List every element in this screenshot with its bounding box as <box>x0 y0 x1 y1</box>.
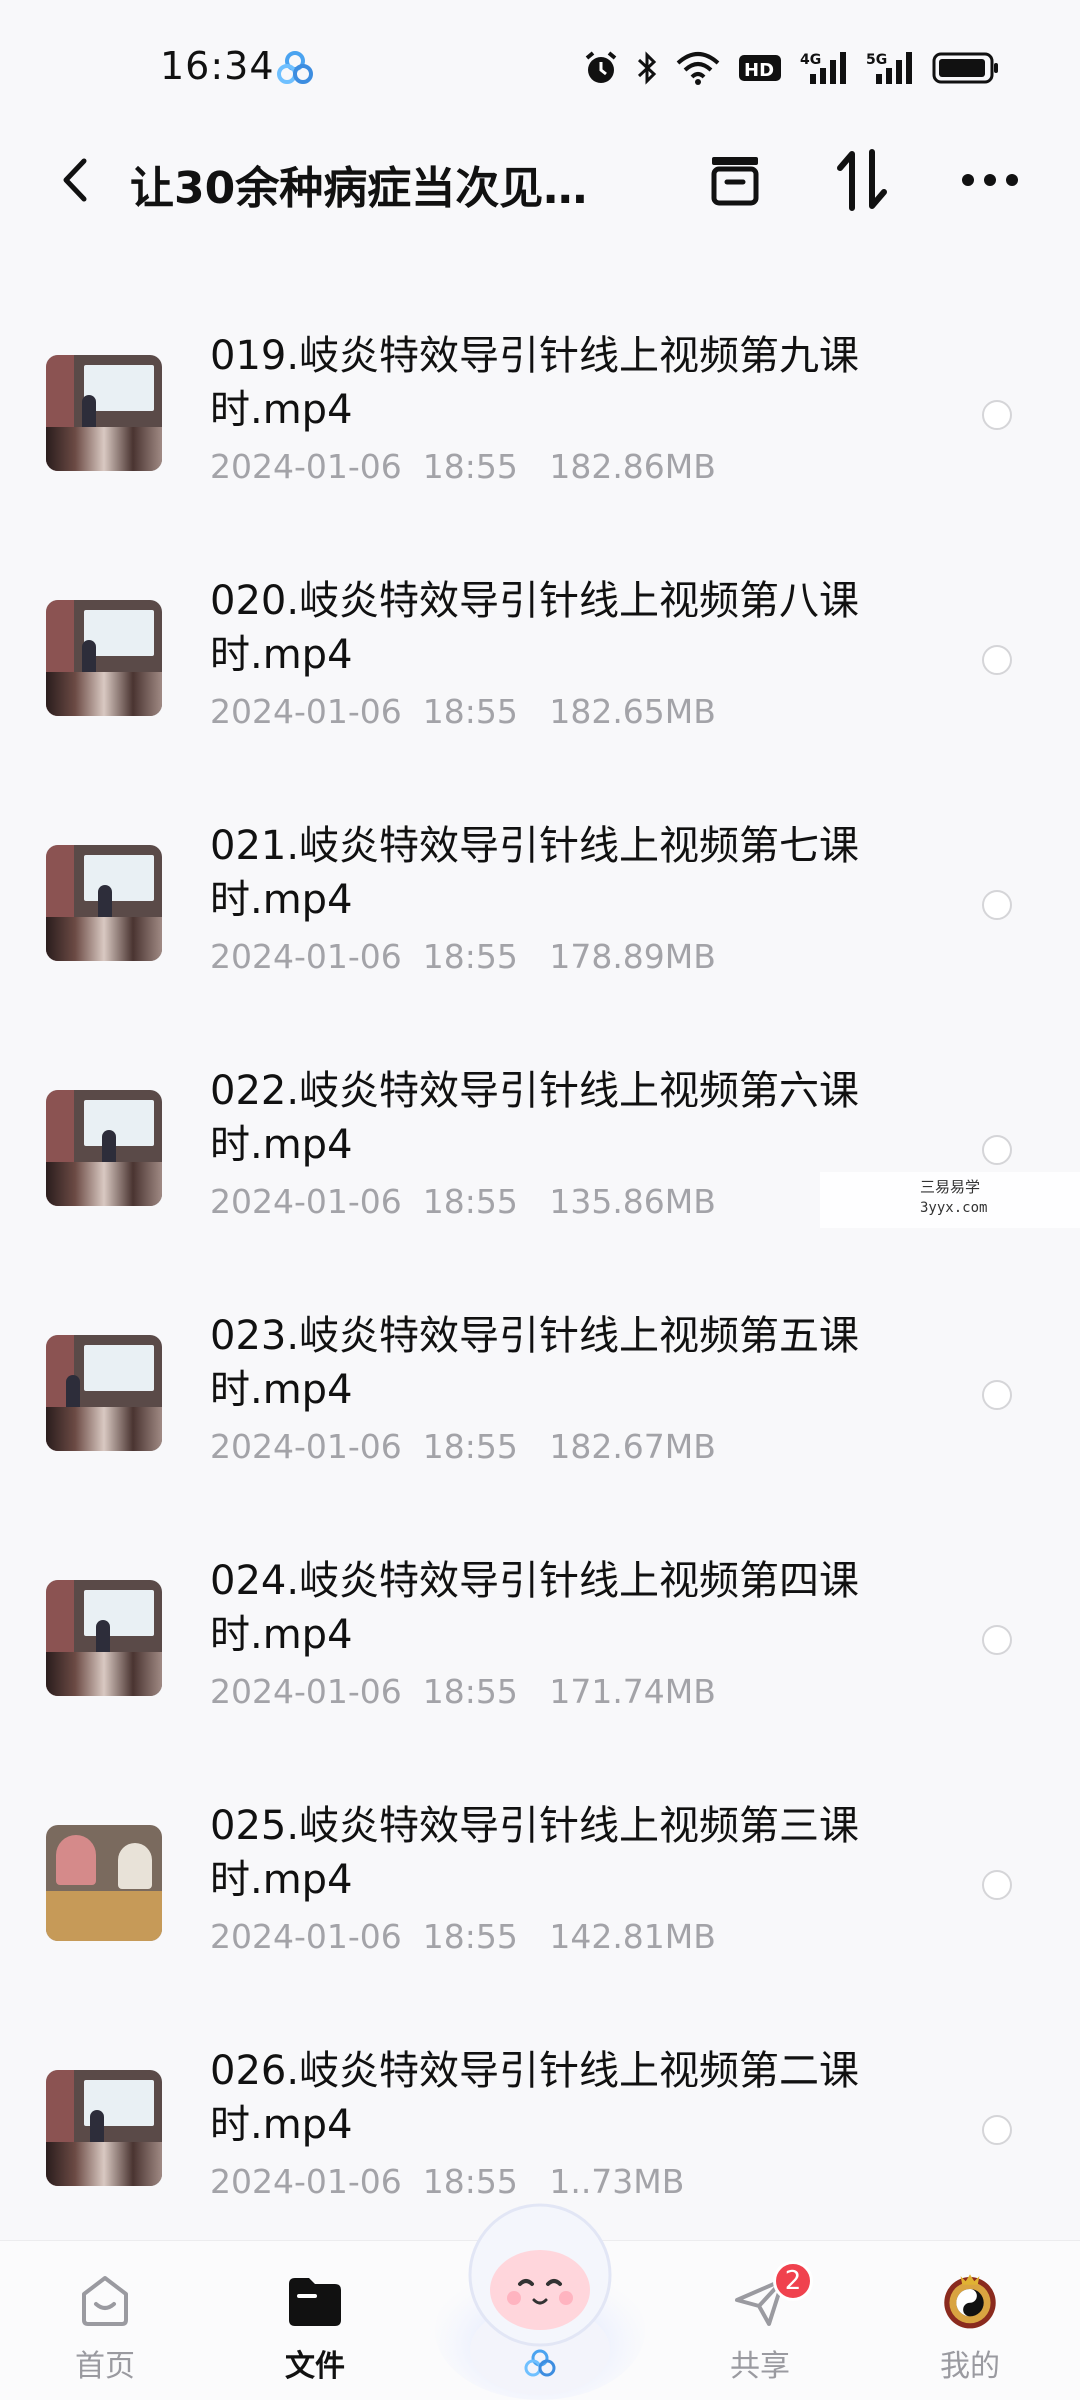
file-item[interactable]: 020.岐炎特效导引针线上视频第八课时.mp4 2024-01-06 18:55… <box>0 530 1080 775</box>
file-meta: 2024-01-06 18:55 178.89MB <box>210 937 716 976</box>
status-bar: 16:34 HD 4G 5G <box>0 0 1080 130</box>
archive-button[interactable] <box>703 148 767 212</box>
file-item[interactable]: 019.岐炎特效导引针线上视频第九课时.mp4 2024-01-06 18:55… <box>0 285 1080 530</box>
nav-share-label: 共享 <box>730 2349 790 2384</box>
file-name: 022.岐炎特效导引针线上视频第六课时.mp4 <box>210 1068 860 1168</box>
file-meta: 2024-01-06 18:55 171.74MB <box>210 1672 716 1711</box>
wifi-icon <box>676 52 720 85</box>
video-thumbnail <box>46 1335 162 1451</box>
more-icon <box>962 174 1018 186</box>
video-thumbnail <box>46 1580 162 1696</box>
video-thumbnail <box>46 1825 162 1941</box>
status-time: 16:34 <box>160 44 275 88</box>
sort-button[interactable] <box>830 148 894 212</box>
select-radio[interactable] <box>982 645 1012 675</box>
select-radio[interactable] <box>982 890 1012 920</box>
alarm-icon <box>585 51 617 83</box>
nav-home[interactable]: 首页 <box>35 2261 175 2391</box>
assistant-mascot-icon[interactable] <box>430 2180 650 2400</box>
file-name: 020.岐炎特效导引针线上视频第八课时.mp4 <box>210 578 860 678</box>
file-meta: 2024-01-06 18:55 135.86MB <box>210 1182 716 1221</box>
select-radio[interactable] <box>982 400 1012 430</box>
file-name: 026.岐炎特效导引针线上视频第二课时.mp4 <box>210 2048 860 2148</box>
nav-files-label: 文件 <box>285 2349 345 2384</box>
signal-5g-icon: 5G <box>866 52 912 84</box>
file-meta: 2024-01-06 18:55 142.81MB <box>210 1917 716 1956</box>
nav-share[interactable]: 2 共享 <box>690 2261 830 2391</box>
file-item[interactable]: 021.岐炎特效导引针线上视频第七课时.mp4 2024-01-06 18:55… <box>0 775 1080 1020</box>
app-icon <box>277 51 313 84</box>
video-thumbnail <box>46 355 162 471</box>
watermark-line1: 三易易学 <box>920 1178 981 1196</box>
svg-text:4G: 4G <box>800 52 821 68</box>
file-list: 019.岐炎特效导引针线上视频第九课时.mp4 2024-01-06 18:55… <box>0 285 1080 2245</box>
svg-text:5G: 5G <box>866 52 887 68</box>
select-radio[interactable] <box>982 2115 1012 2145</box>
home-icon <box>82 2276 128 2326</box>
video-thumbnail <box>46 2070 162 2186</box>
avatar <box>944 2274 996 2329</box>
hd-icon: HD <box>739 55 781 81</box>
select-radio[interactable] <box>982 1625 1012 1655</box>
battery-icon <box>932 52 998 84</box>
signal-4g-icon: 4G <box>800 52 846 84</box>
back-icon <box>63 158 87 202</box>
nav-home-label: 首页 <box>75 2349 135 2384</box>
page-title: 让30余种病症当次见… <box>130 163 588 214</box>
watermark: 三易易学 3yyx.com <box>820 1172 1080 1228</box>
file-meta: 2024-01-06 18:55 182.65MB <box>210 692 716 731</box>
nav-mine-label: 我的 <box>940 2349 1000 2384</box>
more-button[interactable] <box>958 148 1022 212</box>
file-item[interactable]: 024.岐炎特效导引针线上视频第四课时.mp4 2024-01-06 18:55… <box>0 1510 1080 1755</box>
file-name: 023.岐炎特效导引针线上视频第五课时.mp4 <box>210 1313 860 1413</box>
video-thumbnail <box>46 1090 162 1206</box>
nav-mine[interactable]: 我的 <box>900 2261 1040 2391</box>
select-radio[interactable] <box>982 1135 1012 1165</box>
bluetooth-icon <box>637 51 657 85</box>
file-name: 019.岐炎特效导引针线上视频第九课时.mp4 <box>210 333 860 433</box>
back-button[interactable] <box>45 150 105 210</box>
video-thumbnail <box>46 600 162 716</box>
nav-files[interactable]: 文件 <box>245 2261 385 2391</box>
sort-icon <box>837 149 887 211</box>
file-name: 024.岐炎特效导引针线上视频第四课时.mp4 <box>210 1558 860 1658</box>
video-thumbnail <box>46 845 162 961</box>
file-name: 021.岐炎特效导引针线上视频第七课时.mp4 <box>210 823 860 923</box>
svg-text:HD: HD <box>744 60 774 81</box>
file-meta: 2024-01-06 18:55 182.86MB <box>210 447 716 486</box>
file-item[interactable]: 025.岐炎特效导引针线上视频第三课时.mp4 2024-01-06 18:55… <box>0 1755 1080 2000</box>
file-item[interactable]: 023.岐炎特效导引针线上视频第五课时.mp4 2024-01-06 18:55… <box>0 1265 1080 1510</box>
select-radio[interactable] <box>982 1870 1012 1900</box>
header: 让30余种病症当次见… <box>0 130 1080 230</box>
watermark-line2: 3yyx.com <box>920 1200 988 1216</box>
file-meta: 2024-01-06 18:55 182.67MB <box>210 1427 716 1466</box>
folder-icon <box>289 2278 341 2326</box>
share-badge: 2 <box>773 2261 813 2301</box>
file-item[interactable]: 022.岐炎特效导引针线上视频第六课时.mp4 2024-01-06 18:55… <box>0 1020 1080 1265</box>
file-name: 025.岐炎特效导引针线上视频第三课时.mp4 <box>210 1803 860 1903</box>
select-radio[interactable] <box>982 1380 1012 1410</box>
archive-icon <box>711 157 759 206</box>
